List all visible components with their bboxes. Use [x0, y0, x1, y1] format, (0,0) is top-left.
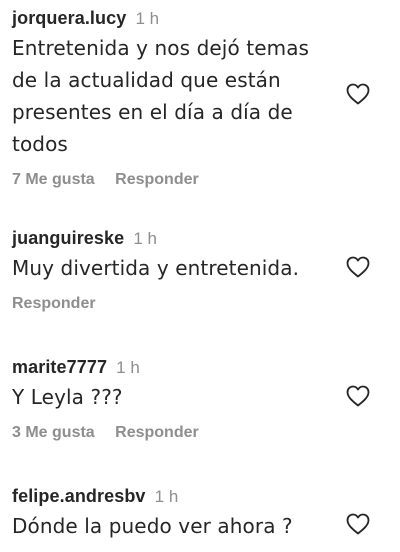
- comment-username[interactable]: jorquera.lucy: [12, 8, 126, 28]
- heart-outline-icon[interactable]: [346, 83, 370, 105]
- like-count[interactable]: 7 Me gusta: [12, 170, 95, 190]
- comment-header: felipe.andresbv 1 h: [12, 484, 400, 508]
- comment-header: juanguireske 1 h: [12, 226, 400, 250]
- comment-item: jorquera.lucy 1 h Entretenida y nos dejó…: [12, 6, 400, 190]
- comment-username[interactable]: marite7777: [12, 357, 107, 377]
- like-count[interactable]: 3 Me gusta: [12, 423, 95, 443]
- heart-outline-icon[interactable]: [346, 513, 370, 535]
- comment-text: Entretenida y nos dejó temas de la actua…: [12, 36, 310, 156]
- heart-outline-icon[interactable]: [346, 385, 370, 407]
- comment-text: Dónde la puedo ver ahora ?: [12, 514, 293, 538]
- reply-button[interactable]: Responder: [115, 423, 199, 443]
- reply-button[interactable]: Responder: [115, 170, 199, 190]
- heart-outline-icon[interactable]: [346, 256, 370, 278]
- comment-header: jorquera.lucy 1 h: [12, 6, 400, 30]
- comment-time: 1 h: [116, 358, 140, 377]
- comment-time: 1 h: [154, 487, 179, 506]
- comment-item: felipe.andresbv 1 h Dónde la puedo ver a…: [12, 484, 400, 542]
- comment-actions: Responder: [12, 294, 400, 314]
- reply-button[interactable]: Responder: [12, 294, 96, 314]
- comment-text: Y Leyla ???: [12, 385, 123, 409]
- comment-time: 1 h: [135, 9, 160, 28]
- comment-actions: 7 Me gusta Responder: [12, 170, 400, 190]
- comment-header: marite7777 1 h: [12, 355, 400, 379]
- comment-username[interactable]: juanguireske: [12, 228, 124, 248]
- comment-text: Muy divertida y entretenida.: [12, 256, 300, 280]
- comment-username[interactable]: felipe.andresbv: [12, 486, 146, 506]
- comment-item: juanguireske 1 h Muy divertida y entrete…: [12, 226, 400, 314]
- comment-time: 1 h: [133, 229, 157, 248]
- comment-actions: 3 Me gusta Responder: [12, 423, 400, 443]
- comment-item: marite7777 1 h Y Leyla ??? 3 Me gusta Re…: [12, 355, 400, 443]
